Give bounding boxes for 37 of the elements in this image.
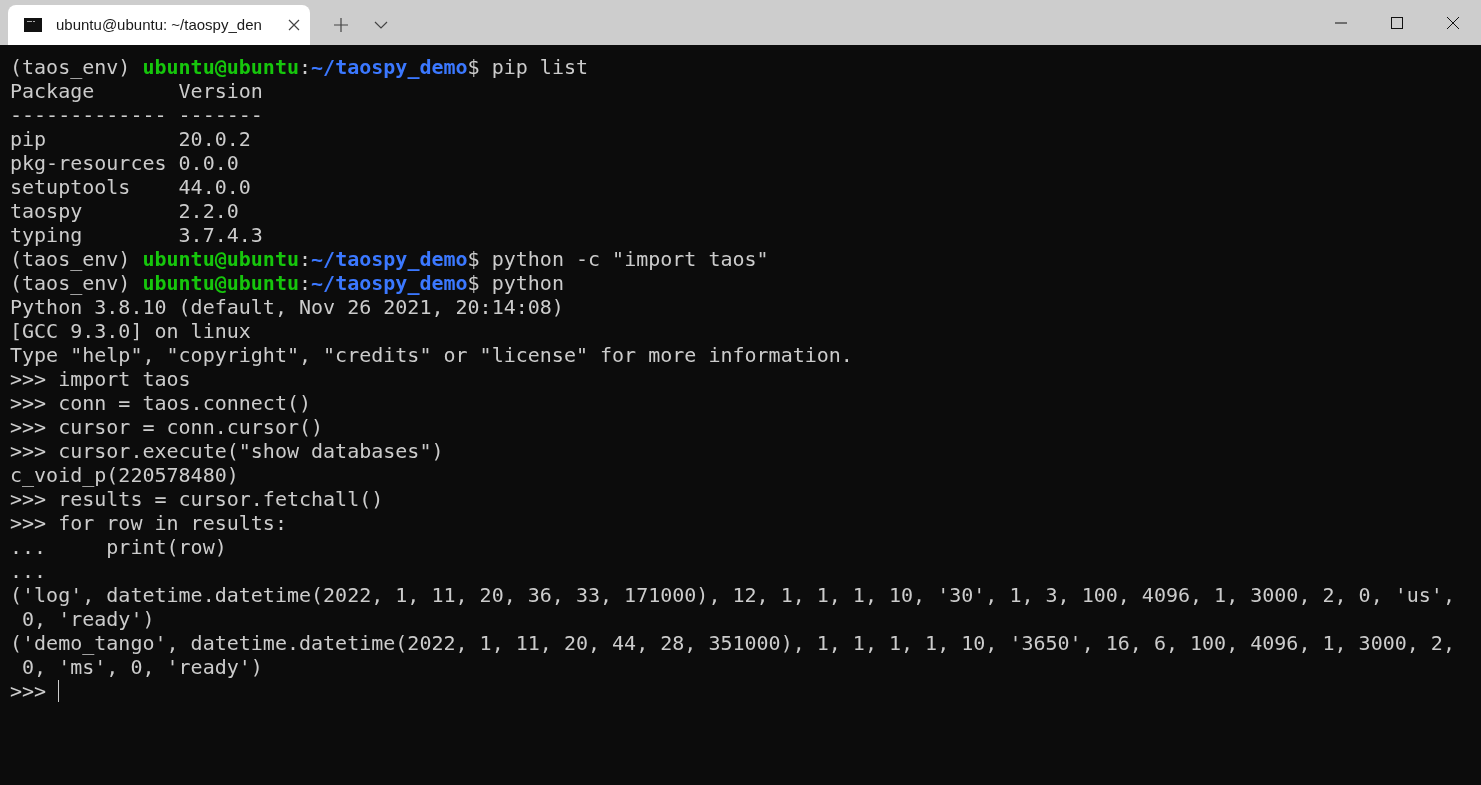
dropdown-icon[interactable] — [374, 21, 388, 29]
output-line: >>> cursor = conn.cursor() — [10, 415, 324, 439]
output-line: setuptools 44.0.0 — [10, 175, 251, 199]
output-line: >>> cursor.execute("show databases") — [10, 439, 444, 463]
prompt-line: (taos_env) ubuntu@ubuntu:~/taospy_demo$ python -c "import taos" — [10, 247, 769, 271]
output-line: c_void_p(220578480) — [10, 463, 239, 487]
tab-title: ubuntu@ubuntu: ~/taospy_den — [56, 14, 263, 35]
output-line: 0, 'ready') — [21, 607, 155, 631]
output-line: [GCC 9.3.0] on linux — [10, 319, 251, 343]
output-line: >>> conn = taos.connect() — [10, 391, 312, 415]
output-line: ... — [10, 559, 47, 583]
close-icon[interactable] — [288, 19, 300, 31]
output-line: ... print(row) — [10, 535, 227, 559]
prompt-line: (taos_env) ubuntu@ubuntu:~/taospy_demo$ python — [10, 271, 564, 295]
close-icon[interactable] — [1447, 16, 1459, 29]
output-line: pip 20.0.2 — [10, 127, 251, 151]
maximize-icon[interactable] — [1391, 16, 1403, 29]
output-line: ------------- ------- — [10, 103, 263, 127]
output-line: >>> results = cursor.fetchall() — [10, 487, 384, 511]
output-line: ('demo_tango', datetime.datetime(2022, 1, 11, 20, 44, 28, 351000), 1, 1, 1, 1, 10, '3650', 16, 6, 100, 4096, 1, 3000, 2, — [10, 631, 1455, 655]
output-line: Package Version — [10, 79, 263, 103]
output-line: >>> import taos — [10, 367, 191, 391]
terminal-icon — [24, 18, 42, 32]
output-line: 0, 'ms', 0, 'ready') — [21, 655, 263, 679]
new-tab-icon[interactable] — [334, 18, 348, 32]
terminal-tab[interactable]: ubuntu@ubuntu: ~/taospy_den — [8, 5, 310, 45]
output-line: pkg-resources 0.0.0 — [10, 151, 239, 175]
output-line: Python 3.8.10 (default, Nov 26 2021, 20:14:08) — [10, 295, 564, 319]
output-line: ('log', datetime.datetime(2022, 1, 11, 20, 36, 33, 171000), 12, 1, 1, 1, 10, '30', 1, 3, 100, 4096, 1, 3000, 2, 0, 'us', — [10, 583, 1455, 607]
input-prompt: >>> — [10, 679, 48, 703]
minimize-icon[interactable] — [1335, 21, 1347, 24]
output-line: >>> for row in results: — [10, 511, 287, 535]
output-line: Type "help", "copyright", "credits" or "license" for more information. — [10, 343, 853, 367]
output-line: typing 3.7.4.3 — [10, 223, 263, 247]
output-line: taospy 2.2.0 — [10, 199, 239, 223]
text-cursor — [58, 680, 60, 702]
prompt-line: (taos_env) ubuntu@ubuntu:~/taospy_demo$ pip list — [10, 55, 588, 79]
